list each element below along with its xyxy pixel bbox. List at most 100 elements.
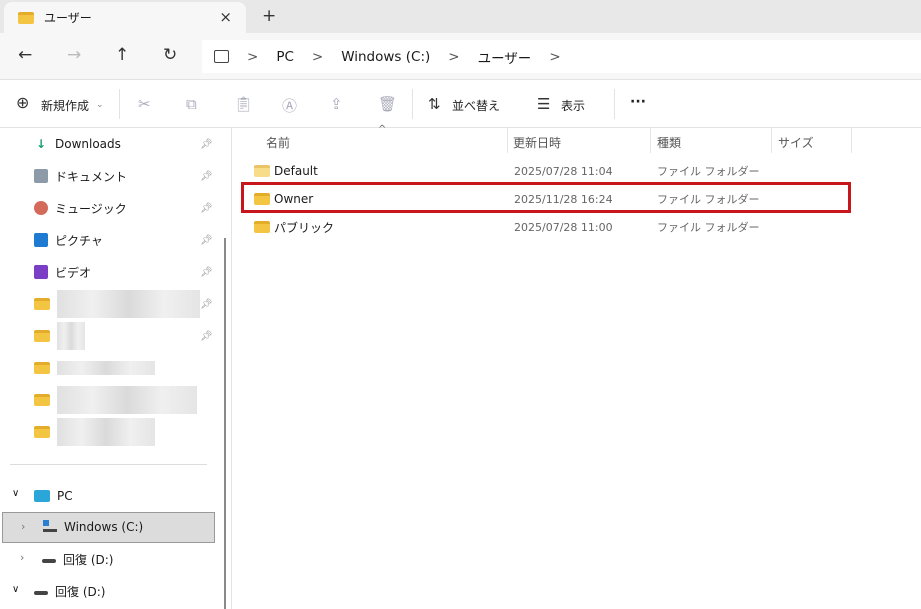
breadcrumb-sep[interactable]: > <box>312 49 323 65</box>
label: PC <box>57 489 73 503</box>
label: ビデオ <box>55 265 92 280</box>
file-type: ファイル フォルダー <box>657 165 760 178</box>
sort-button[interactable]: 並べ替え <box>452 97 500 114</box>
folder-icon <box>18 11 34 24</box>
breadcrumb-sep[interactable]: > <box>247 49 258 65</box>
sidebar-item-redacted[interactable] <box>34 290 200 318</box>
sidebar-item-documents[interactable]: ドキュメント <box>34 164 127 188</box>
column-header: 名前 ^ 更新日時 種類 サイズ <box>232 124 921 153</box>
divider <box>412 89 413 119</box>
label: Downloads <box>55 137 121 151</box>
tab-title: ユーザー <box>44 11 92 25</box>
breadcrumb-pc[interactable]: PC <box>276 49 294 65</box>
column-divider[interactable] <box>851 128 852 153</box>
pc-icon <box>34 490 50 502</box>
column-size[interactable]: サイズ <box>778 134 814 151</box>
tab-bar: ユーザー × + <box>0 0 921 33</box>
divider <box>10 464 207 465</box>
file-name: パブリック <box>274 220 335 235</box>
pin-icon[interactable]: 📌︎ <box>200 203 213 214</box>
command-bar: ⊕ 新規作成 ⌄ ✂ ⧉ 📋︎ Ⓐ ⇪ 🗑︎ ⇅ 並べ替え ☰ 表示 ··· <box>0 81 921 128</box>
sidebar-item-music[interactable]: ミュージック <box>34 196 127 220</box>
more-button[interactable]: ··· <box>630 94 646 110</box>
nav-bar: ← → ↑ ↻ > PC > Windows (C:) > ユーザー > <box>0 33 921 80</box>
divider <box>119 89 120 119</box>
paste-icon[interactable]: 📋︎ <box>234 95 253 113</box>
close-tab-button[interactable]: × <box>219 8 232 26</box>
chevron-right-icon[interactable]: › <box>20 551 24 564</box>
file-row[interactable]: Default 2025/07/28 11:04 ファイル フォルダー <box>244 158 850 184</box>
rename-icon[interactable]: Ⓐ <box>282 95 297 116</box>
pin-icon[interactable]: 📌︎ <box>200 171 213 182</box>
sidebar-item-pictures[interactable]: ピクチャ <box>34 228 103 252</box>
folder-icon <box>34 330 50 342</box>
sidebar-item-redacted[interactable] <box>34 386 197 414</box>
new-tab-button[interactable]: + <box>262 6 276 26</box>
up-button[interactable]: ↑ <box>115 45 129 65</box>
folder-icon <box>34 394 50 406</box>
address-bar[interactable]: > PC > Windows (C:) > ユーザー > <box>202 40 921 73</box>
pin-icon[interactable]: 📌︎ <box>200 331 213 342</box>
view-button[interactable]: 表示 <box>561 97 585 114</box>
sidebar-item-drive-c[interactable]: › Windows (C:) <box>2 512 215 543</box>
delete-icon[interactable]: 🗑︎ <box>378 95 397 113</box>
chevron-down-icon[interactable]: ∨ <box>12 488 19 499</box>
redacted-label <box>57 386 197 414</box>
breadcrumb-sep[interactable]: > <box>549 49 560 65</box>
sidebar-item-downloads[interactable]: ↓ Downloads <box>34 132 121 156</box>
chevron-right-icon[interactable]: › <box>21 520 25 533</box>
divider <box>614 89 615 119</box>
sidebar-item-redacted[interactable] <box>34 356 155 380</box>
download-icon: ↓ <box>35 137 47 151</box>
pin-icon[interactable]: 📌︎ <box>200 235 213 246</box>
sidebar-scrollbar[interactable] <box>224 238 226 609</box>
sidebar-item-drive-d-root[interactable]: 回復 (D:) <box>34 579 105 603</box>
breadcrumb-drive-c[interactable]: Windows (C:) <box>341 49 430 65</box>
file-type: ファイル フォルダー <box>657 221 760 234</box>
share-icon[interactable]: ⇪ <box>330 95 343 113</box>
video-icon <box>34 265 48 279</box>
folder-icon <box>34 298 50 310</box>
plus-circle-icon[interactable]: ⊕ <box>16 93 29 112</box>
column-divider[interactable] <box>507 128 508 153</box>
sidebar-item-redacted[interactable] <box>34 418 155 446</box>
sidebar-item-drive-d[interactable]: 回復 (D:) <box>42 547 113 571</box>
pictures-icon <box>34 233 48 247</box>
column-type[interactable]: 種類 <box>657 134 681 151</box>
folder-icon <box>254 221 270 233</box>
redacted-label <box>57 418 155 446</box>
file-name: Default <box>274 164 318 178</box>
tab-users[interactable]: ユーザー × <box>4 2 246 33</box>
highlight-box <box>241 182 851 213</box>
pin-icon[interactable]: 📌︎ <box>200 139 213 150</box>
pin-icon[interactable]: 📌︎ <box>200 299 213 310</box>
copy-icon[interactable]: ⧉ <box>186 95 197 113</box>
refresh-button[interactable]: ↻ <box>163 45 177 65</box>
sort-icon[interactable]: ⇅ <box>428 95 441 113</box>
new-button[interactable]: 新規作成 <box>41 97 89 114</box>
forward-button[interactable]: → <box>67 45 81 65</box>
sidebar-item-videos[interactable]: ビデオ <box>34 260 91 284</box>
document-icon <box>34 169 48 183</box>
back-button[interactable]: ← <box>18 45 32 65</box>
column-divider[interactable] <box>650 128 651 153</box>
column-date[interactable]: 更新日時 <box>513 134 561 151</box>
redacted-label <box>57 322 85 350</box>
breadcrumb-sep[interactable]: > <box>448 49 459 65</box>
sidebar-item-pc[interactable]: PC <box>34 484 73 508</box>
sidebar-item-redacted[interactable] <box>34 322 85 350</box>
pin-icon[interactable]: 📌︎ <box>200 267 213 278</box>
cut-icon[interactable]: ✂ <box>138 95 151 113</box>
folder-icon <box>254 165 270 177</box>
column-divider[interactable] <box>771 128 772 153</box>
label: 回復 (D:) <box>63 552 114 567</box>
column-name[interactable]: 名前 <box>266 134 290 151</box>
file-row[interactable]: パブリック 2025/07/28 11:00 ファイル フォルダー <box>244 214 850 240</box>
chevron-down-icon[interactable]: ∨ <box>12 584 19 595</box>
label: 回復 (D:) <box>55 584 106 599</box>
view-icon[interactable]: ☰ <box>537 95 550 113</box>
redacted-label <box>57 361 155 375</box>
drive-icon <box>42 559 56 563</box>
folder-icon <box>34 362 50 374</box>
breadcrumb-users[interactable]: ユーザー <box>478 47 532 67</box>
